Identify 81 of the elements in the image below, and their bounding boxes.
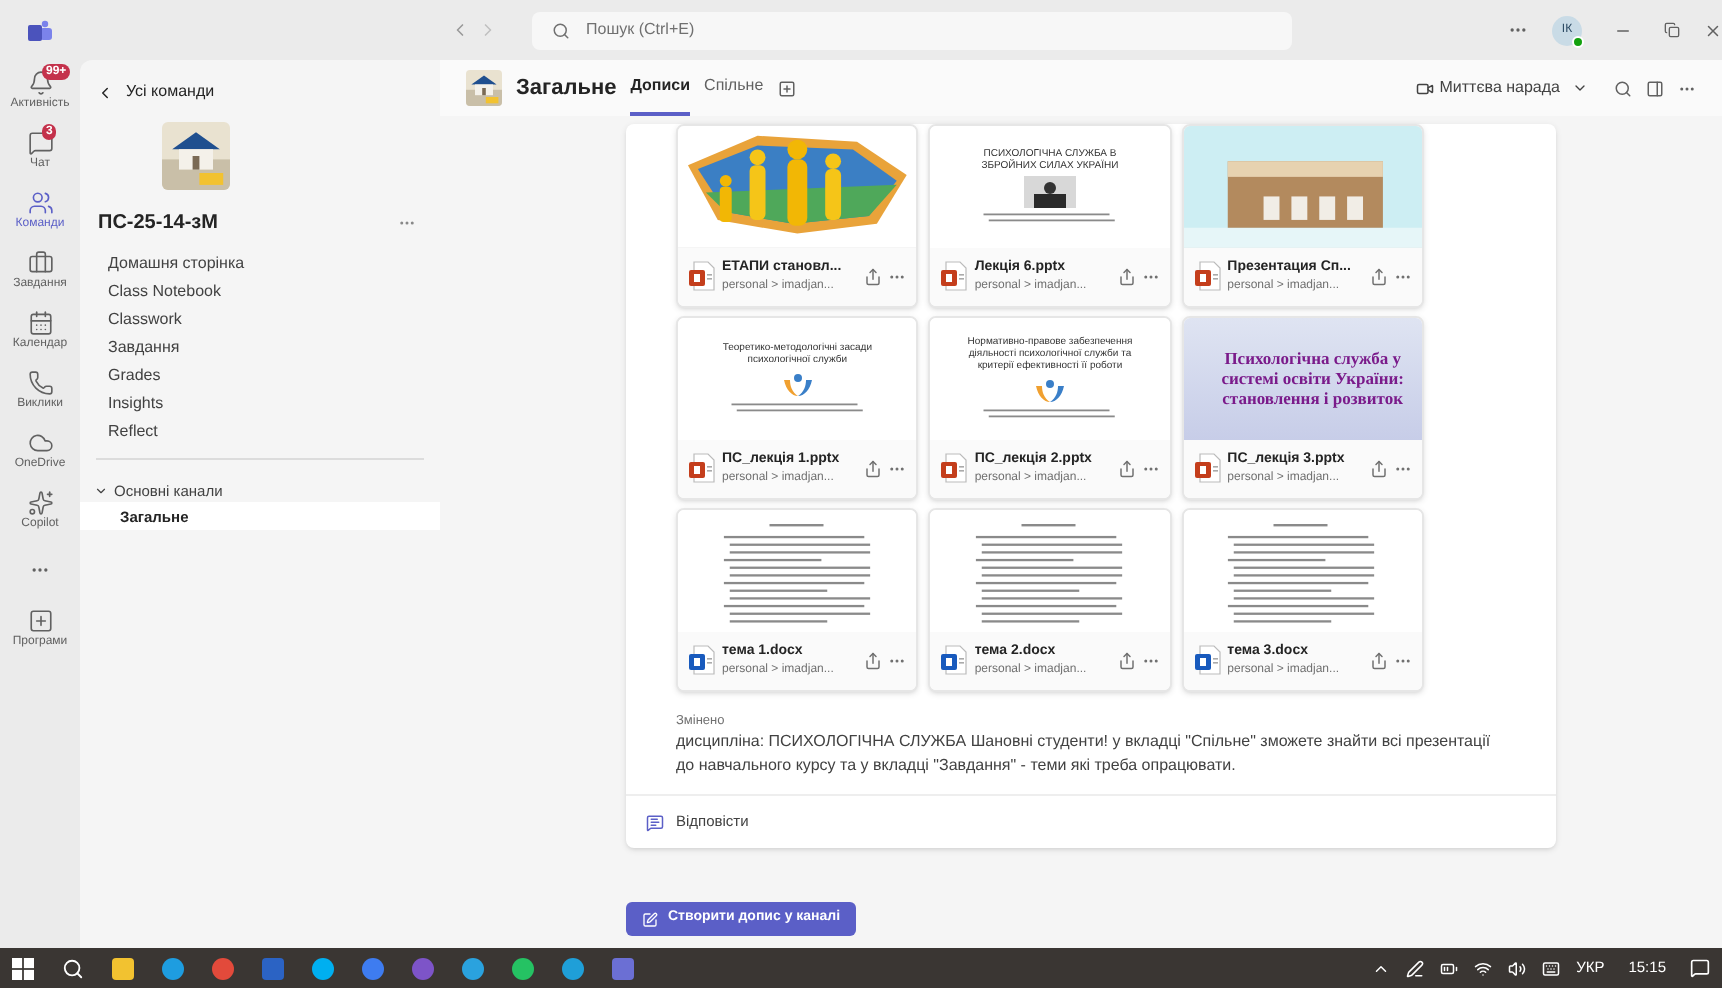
wifi-icon[interactable] [1474,959,1493,977]
text-lines-drawing [1019,522,1080,530]
app-icon[interactable] [312,957,334,979]
text-lines-drawing [1272,522,1333,530]
presentation-file-icon [940,452,969,485]
sidebar-item[interactable]: Завдання [80,334,440,362]
text-lines-drawing [727,402,868,415]
teams-app-icon[interactable] [612,957,634,979]
share-icon[interactable] [1370,459,1388,478]
briefcase-icon [27,250,53,276]
presentation-file-icon [688,260,716,293]
reply-icon [646,813,664,831]
restore-icon[interactable] [1664,22,1680,38]
app-icon[interactable] [562,957,584,979]
teams-logo-icon [28,19,52,41]
sparkle-icon [27,490,53,516]
sidebar-item[interactable]: Reflect [80,418,440,446]
presentation-file-icon [1193,260,1222,293]
keyboard-icon[interactable] [1542,959,1561,977]
meet-now-button[interactable]: Миттєва нарада [1415,76,1588,100]
hands-logo-icon [1033,376,1066,405]
app-icon[interactable] [512,957,534,979]
side-panel-icon[interactable] [1646,79,1664,97]
people-icon [27,190,53,216]
battery-icon[interactable] [1440,959,1459,977]
presentation-file-icon [940,260,969,293]
pen-icon[interactable] [1406,959,1425,977]
search-input[interactable]: Пошук (Ctrl+E) [586,18,1272,42]
slide-title: Психологічна служба у системі освіти України: становлення і розвиток [1219,348,1406,409]
windows-logo-icon[interactable] [12,957,34,979]
app-icon[interactable] [462,957,484,979]
presentation-file-icon [1193,452,1222,485]
calendar-icon [27,310,53,336]
back-icon [96,83,114,101]
cloud-icon [27,430,53,456]
compose-icon [642,911,658,927]
share-icon[interactable] [1370,651,1388,670]
sidebar-item[interactable]: Class Notebook [80,278,440,306]
app-icon[interactable] [412,957,434,979]
back-link[interactable]: Усі команди [80,80,231,104]
phone-icon [27,370,53,396]
tab[interactable]: Спільне [704,60,764,116]
presentation-file-icon [688,452,716,485]
speaker-icon[interactable] [1508,959,1527,977]
document-file-icon [688,644,716,677]
browser-icon[interactable] [212,957,234,979]
text-lines-drawing [979,212,1120,225]
share-icon[interactable] [1370,267,1388,286]
video-camera-icon [1415,79,1434,97]
add-icon [27,608,53,634]
share-icon[interactable] [1117,267,1136,286]
share-icon[interactable] [864,459,883,478]
tab[interactable]: Дописи [630,60,691,116]
share-icon[interactable] [864,651,883,670]
search-icon [552,21,570,39]
sidebar-item[interactable]: Classwork [80,306,440,334]
close-icon[interactable] [1704,21,1722,39]
team-name: ПС-25-14-зМ [98,210,218,238]
channel-title: Загальне [516,73,617,104]
share-icon[interactable] [1117,651,1136,670]
notifications-icon[interactable] [1690,958,1710,978]
search-icon[interactable] [1614,79,1632,97]
online-status-icon [1572,35,1584,47]
document-file-icon [1193,644,1222,677]
text-lines-drawing [979,408,1120,421]
hands-logo-icon [781,370,814,399]
browser-icon[interactable] [162,957,184,979]
share-icon[interactable] [864,267,883,286]
search-field[interactable]: Пошук (Ctrl+E) [532,11,1292,49]
sidebar-item[interactable]: Grades [80,362,440,390]
sidebar-item[interactable]: Insights [80,390,440,418]
post-message: дисципліна: ПСИХОЛОГІЧНА СЛУЖБА Шановні студенти! у вкладці "Спільне" зможете знайти всі презентації до навчального курсу та у вкладці "Завдання" - теми які треба опрацювати. [676,730,1493,778]
folder-icon[interactable] [112,957,134,979]
add-tab-icon[interactable] [777,79,796,97]
text-lines-drawing [767,522,828,530]
caret-icon [94,484,108,499]
share-icon[interactable] [1117,459,1136,478]
chevron-down-icon [1572,80,1588,96]
app-icon[interactable] [362,957,384,979]
sidebar-item[interactable]: Домашня сторінка [80,250,440,278]
document-file-icon [940,644,969,677]
